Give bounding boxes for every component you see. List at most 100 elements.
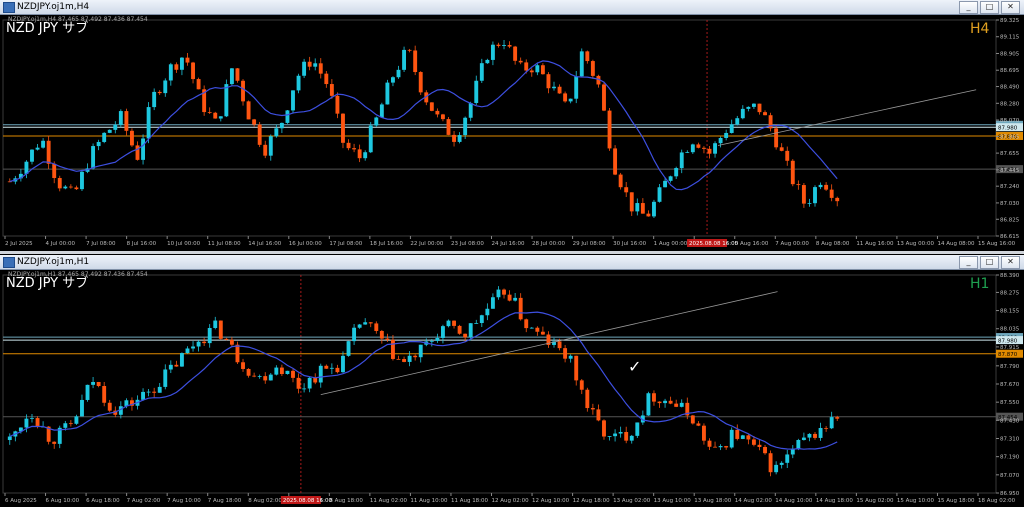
close-button[interactable]: ✕	[1001, 1, 1020, 14]
candle-body	[418, 344, 423, 358]
x-tick-label: 6 Aug 2025	[5, 498, 37, 504]
x-tick-label: 5 Aug 16:00	[735, 241, 769, 247]
candle-body	[68, 186, 73, 188]
candle-body	[657, 401, 662, 404]
candle-body	[274, 367, 279, 375]
candle-body	[207, 112, 212, 113]
trend-line	[320, 291, 778, 395]
candle-body	[30, 149, 34, 162]
h4-window-title: NZDJPY.oj1m,H4	[17, 2, 90, 12]
x-tick-label: 7 Aug 02:00	[127, 498, 161, 504]
candle-body	[324, 73, 329, 85]
candle-body	[346, 341, 351, 356]
h1-window-titlebar[interactable]: NZDJPY.oj1m,H1 _ □ ✕	[0, 255, 1024, 270]
x-tick-label: 12 Aug 02:00	[492, 498, 530, 504]
y-tick-label: 86.615	[1000, 234, 1020, 240]
x-tick-label: 14 Aug 02:00	[735, 498, 773, 504]
candle-body	[196, 341, 201, 347]
candle-body	[646, 213, 651, 217]
x-tick-label: 7 Jul 08:00	[86, 241, 116, 247]
candle-body	[490, 44, 495, 60]
candle-body	[402, 359, 407, 362]
maximize-button[interactable]: □	[980, 256, 999, 269]
y-tick-label: 87.550	[1000, 400, 1020, 406]
candle-body	[751, 439, 756, 445]
candle-body	[596, 409, 601, 421]
candle-body	[729, 429, 734, 448]
candle-body	[563, 93, 568, 102]
candle-body	[463, 333, 468, 338]
x-tick-label: 6 Aug 10:00	[46, 498, 80, 504]
candle-body	[202, 341, 207, 344]
candle-body	[41, 140, 46, 148]
x-tick-label: 7 Aug 10:00	[167, 498, 201, 504]
x-tick-label: 11 Aug 02:00	[370, 498, 408, 504]
candle-body	[513, 46, 518, 61]
candle-body	[768, 453, 773, 473]
candle-body	[674, 168, 679, 177]
candle-body	[391, 339, 395, 359]
candle-body	[474, 323, 479, 324]
candle-body	[663, 180, 668, 188]
h4-window-titlebar[interactable]: NZDJPY.oj1m,H4 _ □ ✕	[0, 0, 1024, 15]
candle-body	[307, 377, 312, 389]
symbol-label: NZD JPY サブ	[6, 275, 88, 291]
candle-body	[552, 86, 556, 89]
close-button[interactable]: ✕	[1001, 256, 1020, 269]
candle-body	[746, 106, 751, 109]
candle-body	[818, 184, 823, 188]
candle-body	[635, 422, 640, 436]
candle-body	[490, 297, 495, 309]
candle-body	[268, 136, 273, 156]
h4-chart-window: NZDJPY.oj1m,H4 _ □ ✕ NZDJPY.oj1m,H4 87.4…	[0, 0, 1024, 250]
candle-body	[374, 117, 379, 126]
candle-body	[696, 423, 701, 426]
candle-body	[829, 189, 834, 198]
candle-body	[624, 187, 629, 193]
candle-body	[757, 444, 762, 447]
candle-body	[30, 418, 34, 419]
minimize-button[interactable]: _	[959, 256, 978, 269]
maximize-button[interactable]: □	[980, 1, 999, 14]
candle-body	[68, 423, 73, 425]
y-tick-label: 86.950	[1000, 491, 1020, 497]
x-tick-label: 23 Jul 08:00	[451, 241, 484, 247]
cursor-time-label: 2025.08.08 16:00	[689, 241, 739, 247]
candle-body	[696, 144, 701, 148]
x-tick-label: 11 Aug 16:00	[856, 241, 894, 247]
candle-body	[446, 119, 451, 135]
candle-body	[713, 143, 717, 154]
x-tick-label: 11 Aug 18:00	[451, 498, 489, 504]
x-tick-label: 8 Jul 16:00	[127, 241, 157, 247]
candle-body	[479, 315, 484, 324]
x-tick-label: 29 Jul 08:00	[573, 241, 606, 247]
x-tick-label: 12 Aug 18:00	[573, 498, 611, 504]
candle-body	[385, 82, 390, 105]
h1-candlestick-chart[interactable]: NZDJPY.oj1m,H1 87.465 87.492 87.436 87.4…	[0, 269, 1024, 507]
candle-body	[707, 440, 712, 447]
candle-body	[163, 80, 168, 94]
minimize-button[interactable]: _	[959, 1, 978, 14]
price-level-label: 87.980	[998, 126, 1018, 132]
candle-body	[107, 129, 112, 133]
candle-body	[318, 63, 323, 74]
timeframe-label: H1	[970, 276, 989, 292]
x-tick-label: 13 Aug 18:00	[694, 498, 732, 504]
moving-average-line	[9, 311, 838, 450]
candle-body	[429, 340, 434, 342]
candle-body	[418, 72, 423, 93]
candle-body	[557, 86, 562, 94]
candle-body	[735, 429, 740, 439]
x-tick-label: 15 Aug 10:00	[897, 498, 935, 504]
y-tick-label: 89.115	[1000, 35, 1020, 41]
h4-candlestick-chart[interactable]: NZDJPY.oj1m,H4 87.465 87.492 87.436 87.4…	[0, 14, 1024, 250]
candle-body	[496, 44, 501, 46]
candle-body	[235, 68, 240, 81]
candle-body	[241, 362, 245, 369]
candle-body	[624, 431, 629, 441]
candle-body	[518, 297, 523, 320]
candle-body	[690, 415, 695, 424]
cursor-time-label: 2025.08.08 16:00	[283, 498, 333, 504]
candle-body	[313, 377, 318, 383]
x-tick-label: 18 Aug 02:00	[978, 498, 1016, 504]
